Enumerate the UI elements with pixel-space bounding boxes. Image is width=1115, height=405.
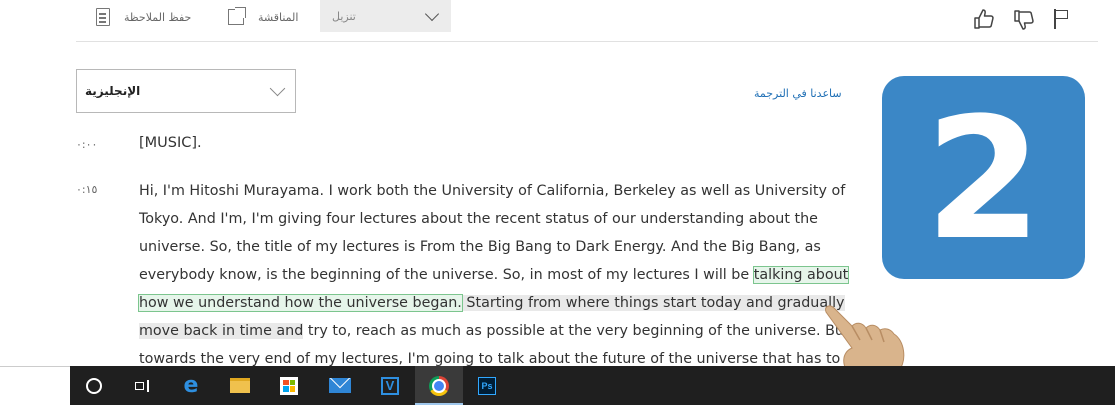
transcript-line: Tokyo. And I'm, I'm giving four lectures… bbox=[139, 211, 818, 227]
note-icon bbox=[96, 8, 110, 26]
highlight-green[interactable]: talking about bbox=[752, 266, 850, 284]
highlight-gray[interactable]: move back in time and bbox=[139, 323, 304, 339]
photoshop-icon[interactable]: Ps bbox=[463, 366, 511, 405]
transcript-line: universe. So, the title of my lectures i… bbox=[139, 239, 821, 255]
discussion-label: المناقشة bbox=[258, 10, 299, 24]
thumbs-down-icon[interactable] bbox=[1012, 8, 1036, 32]
transcript-line: move back in time and try to, reach as m… bbox=[139, 317, 851, 345]
external-link-icon bbox=[228, 7, 246, 25]
edge-icon[interactable]: e bbox=[167, 366, 215, 405]
help-translate-link[interactable]: ساعدنا في الترجمة bbox=[754, 87, 842, 100]
cortana-icon[interactable] bbox=[70, 366, 118, 405]
thumbs-up-icon[interactable] bbox=[972, 7, 996, 31]
desktop-edge bbox=[0, 366, 70, 405]
transcript-paragraph[interactable]: Hi, I'm Hitoshi Murayama. I work both th… bbox=[138, 177, 851, 373]
windows-taskbar: e V Ps bbox=[70, 366, 1115, 405]
note-toolbar: حفظ الملاحظة المناقشة تنزيل bbox=[0, 0, 1115, 40]
transcript-line[interactable]: [MUSIC]. bbox=[139, 135, 202, 151]
chrome-icon[interactable] bbox=[415, 366, 463, 405]
language-selected-value: الإنجليزية bbox=[85, 84, 141, 98]
save-note-button[interactable]: حفظ الملاحظة bbox=[96, 0, 191, 34]
file-explorer-icon[interactable] bbox=[216, 366, 264, 405]
transcript-line: everybody know, is the beginning of the … bbox=[139, 261, 851, 289]
task-view-icon[interactable] bbox=[118, 366, 166, 405]
mail-icon[interactable] bbox=[316, 366, 364, 405]
download-label: تنزيل bbox=[332, 9, 356, 23]
store-icon[interactable] bbox=[265, 366, 313, 405]
download-dropdown[interactable]: تنزيل bbox=[320, 0, 451, 32]
save-note-label: حفظ الملاحظة bbox=[124, 10, 192, 24]
transcript-timestamp[interactable]: ٠:٠٠ bbox=[76, 138, 116, 151]
flag-icon[interactable] bbox=[1054, 9, 1070, 29]
transcript-line: Hi, I'm Hitoshi Murayama. I work both th… bbox=[139, 183, 846, 199]
transcript-text: try to, reach as much as possible at the… bbox=[303, 323, 850, 339]
step-number: 2 bbox=[925, 80, 1042, 277]
highlight-gray[interactable]: Starting from where things start today a… bbox=[461, 295, 845, 311]
language-select[interactable]: الإنجليزية bbox=[76, 69, 296, 113]
transcript-text: everybody know, is the beginning of the … bbox=[139, 267, 754, 283]
transcript-line: how we understand how the universe began… bbox=[138, 289, 851, 317]
chevron-down-icon bbox=[269, 80, 286, 97]
v-app-icon[interactable]: V bbox=[366, 366, 414, 405]
discussion-button[interactable]: المناقشة bbox=[228, 0, 298, 34]
transcript-timestamp[interactable]: ٠:١٥ bbox=[76, 183, 116, 196]
step-number-badge: 2 bbox=[882, 76, 1085, 279]
highlight-green[interactable]: how we understand how the universe began… bbox=[138, 294, 463, 312]
toolbar-divider bbox=[76, 41, 1098, 42]
chevron-down-icon bbox=[424, 6, 440, 21]
